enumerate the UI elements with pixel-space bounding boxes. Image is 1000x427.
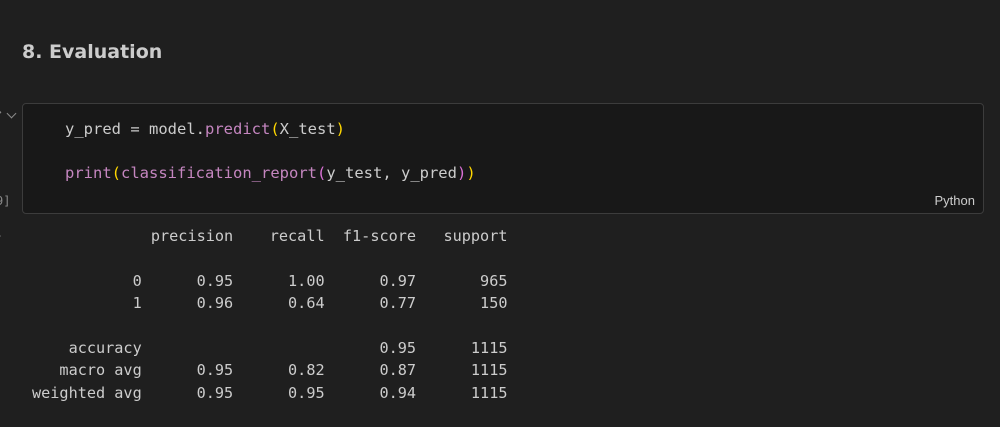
report-cell: 1.00: [233, 271, 325, 290]
report-cell: 1115: [416, 383, 508, 402]
report-cell: [142, 339, 233, 357]
report-cell: 0.64: [233, 294, 325, 313]
code-token: =: [121, 120, 149, 138]
code-token: (: [270, 120, 280, 138]
code-token: ): [456, 164, 467, 182]
code-token: classification_report: [121, 164, 317, 182]
report-cell: support: [416, 227, 508, 245]
code-token: X_test: [279, 120, 336, 138]
report-cell: 0.87: [324, 361, 417, 380]
report-cell: 1115: [416, 361, 508, 380]
report-cell: [233, 339, 324, 357]
report-cell: 0: [32, 271, 142, 290]
code-token: print: [65, 164, 112, 182]
code-editor[interactable]: y_pred = model.predict(X_test) print(cla…: [65, 118, 476, 184]
code-token: predict: [205, 120, 271, 138]
report-cell: 1: [32, 294, 142, 313]
code-cell[interactable]: y_pred = model.predict(X_test) print(cla…: [22, 103, 984, 214]
classification-report-output: precision recall f1-score support 0 0.95…: [32, 225, 507, 404]
language-label[interactable]: Python: [935, 193, 975, 208]
report-cell: [32, 227, 142, 245]
code-token: y_test, y_pred: [326, 164, 457, 182]
code-line-1: y_pred = model.predict(X_test): [65, 120, 345, 138]
report-cell: recall: [233, 227, 325, 245]
report-cell: precision: [141, 227, 234, 245]
cell-gutter-marker: ›: [0, 105, 3, 119]
report-cell: 0.97: [324, 271, 417, 290]
report-cell: 0.95: [141, 383, 234, 402]
code-token: ): [335, 120, 346, 138]
report-blank-row: [32, 247, 507, 269]
report-cell: weighted avg: [32, 383, 142, 402]
execution-count: 9]: [0, 194, 11, 208]
report-row-class-0: 0 0.95 1.00 0.97 965: [32, 270, 508, 292]
code-token: y_pred: [65, 120, 121, 138]
section-heading: 8. Evaluation: [22, 41, 163, 63]
report-cell: f1-score: [324, 227, 417, 245]
report-cell: 150: [416, 294, 508, 313]
report-cell: 0.82: [233, 361, 325, 380]
report-cell: 0.95: [233, 383, 325, 402]
report-cell: 0.96: [141, 294, 234, 313]
report-row-accuracy: accuracy 0.95 1115: [32, 337, 508, 359]
report-blank-row: [32, 315, 507, 337]
report-cell: 1115: [416, 338, 508, 357]
report-cell: accuracy: [32, 338, 142, 357]
report-row-class-1: 1 0.96 0.64 0.77 150: [32, 292, 508, 314]
report-cell: 0.95: [141, 271, 234, 290]
report-row-weighted-avg: weighted avg 0.95 0.95 0.94 1115: [32, 382, 507, 404]
report-cell: 0.77: [324, 294, 417, 313]
code-line-3: print(classification_report(y_test, y_pr…: [65, 164, 476, 182]
report-cell: 0.94: [324, 383, 417, 402]
report-cell: 965: [416, 271, 508, 290]
code-token: ): [466, 164, 476, 182]
report-cell: 0.95: [324, 338, 417, 357]
report-row-macro-avg: macro avg 0.95 0.82 0.87 1115: [32, 359, 507, 381]
code-token: model.: [149, 120, 205, 138]
code-token: (: [316, 164, 327, 182]
output-marker: .: [0, 226, 3, 240]
report-header-row: precision recall f1-score support: [32, 225, 508, 247]
code-token: (: [111, 164, 122, 182]
collapse-chevron-icon[interactable]: [6, 108, 17, 119]
report-cell: macro avg: [32, 361, 142, 380]
report-cell: 0.95: [141, 361, 234, 380]
